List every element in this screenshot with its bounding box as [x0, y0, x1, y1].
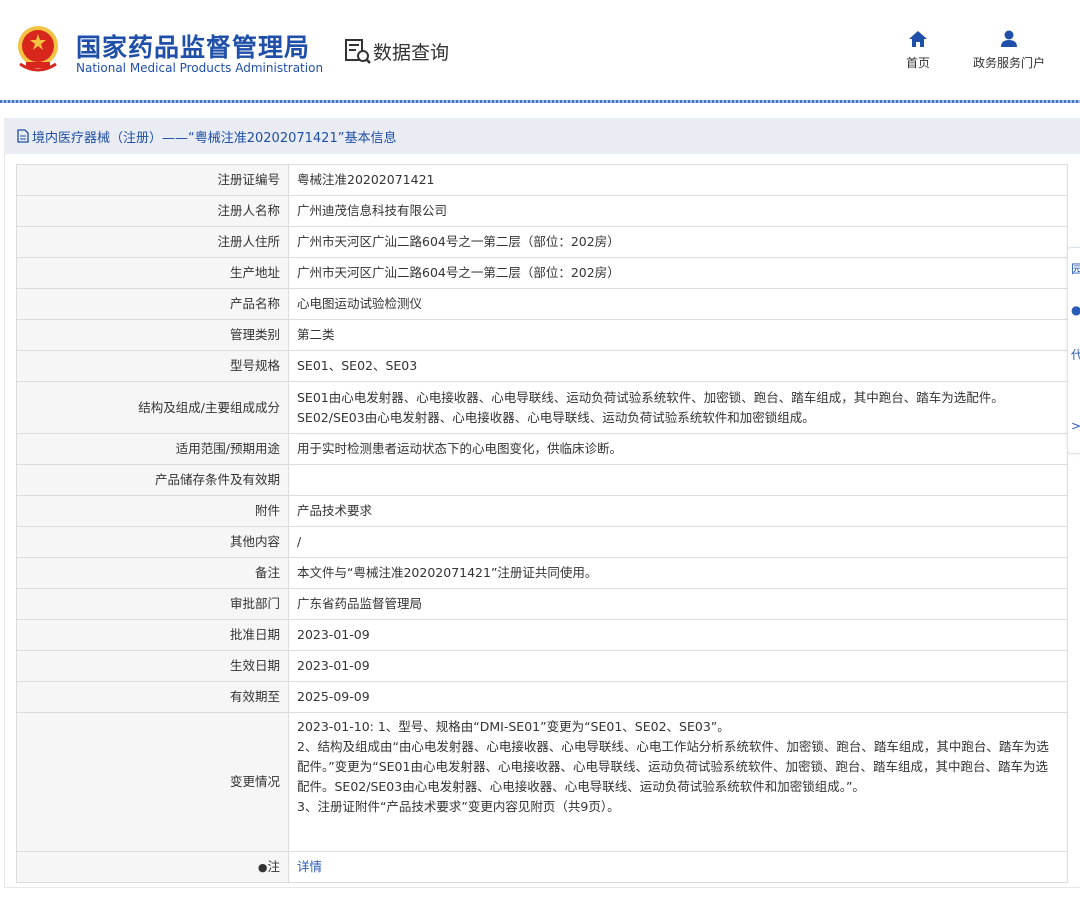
breadcrumb: 境内医疗器械（注册）——“粤械注准20202071421”基本信息 [4, 118, 1080, 154]
home-icon [909, 31, 927, 47]
table-row: 结构及组成/主要组成成分 SE01由心电发射器、心电接收器、心电导联线、运动负荷试… [16, 381, 1068, 434]
table-row: 产品储存条件及有效期 [16, 464, 1068, 496]
row-label: 附件 [16, 495, 289, 527]
row-label: 结构及组成/主要组成成分 [16, 381, 289, 434]
row-value: 2025-09-09 [288, 681, 1068, 713]
row-value: SE01由心电发射器、心电接收器、心电导联线、运动负荷试验系统软件、加密锁、跑台… [288, 381, 1068, 434]
row-label: 备注 [16, 557, 289, 589]
row-label: 批准日期 [16, 619, 289, 651]
row-value: 2023-01-09 [288, 650, 1068, 682]
table-row: 批准日期 2023-01-09 [16, 619, 1068, 651]
side-tab-3[interactable]: 代 [1071, 346, 1080, 363]
row-value [288, 464, 1068, 496]
table-row-note: ●注 详情 [16, 851, 1068, 883]
header-divider [0, 100, 1080, 103]
side-tab-2[interactable]: ● [1071, 303, 1080, 317]
row-value: 心电图运动试验检测仪 [288, 288, 1068, 320]
row-value: 2023-01-09 [288, 619, 1068, 651]
org-name-en: National Medical Products Administration [76, 61, 324, 75]
change-line: 3、注册证附件“产品技术要求”变更内容见附页（共9页）。 [297, 799, 620, 814]
table-row: 注册人住所 广州市天河区广汕二路604号之一第二层（部位：202房） [16, 226, 1068, 258]
row-value: SE01、SE02、SE03 [288, 350, 1068, 382]
breadcrumb-text: 境内医疗器械（注册）——“粤械注准20202071421”基本信息 [32, 130, 397, 146]
side-tab-4[interactable]: > [1071, 419, 1080, 433]
table-row: 有效期至 2025-09-09 [16, 681, 1068, 713]
row-value: 第二类 [288, 319, 1068, 351]
detail-table: 注册证编号 粤械注准20202071421 注册人名称 广州迪茂信息科技有限公司 注册人… [16, 164, 1068, 883]
change-history: 2023-01-10: 1、型号、规格由“DMI-SE01”变更为“SE01、S… [288, 712, 1068, 852]
row-label: ●注 [16, 851, 289, 883]
row-label: 管理类别 [16, 319, 289, 351]
row-label: 注册证编号 [16, 164, 289, 196]
row-label: 其他内容 [16, 526, 289, 558]
table-row: 附件 产品技术要求 [16, 495, 1068, 527]
row-label: 适用范围/预期用途 [16, 433, 289, 465]
nav-home[interactable]: 首页 [898, 30, 938, 71]
nav-portal-label: 政务服务门户 [972, 56, 1045, 70]
data-query-icon [345, 39, 371, 64]
row-value: 广州市天河区广汕二路604号之一第二层（部位：202房） [288, 226, 1068, 258]
nav-gov-portal[interactable]: 政务服务门户 [964, 30, 1054, 71]
site-header: 国家药品监督管理局 National Medical Products Admi… [0, 0, 1080, 100]
row-value-line: SE02/SE03由心电发射器、心电接收器、心电导联线、运动负荷试验系统软件和加… [297, 409, 815, 425]
national-emblem-icon [18, 26, 58, 72]
row-label: 型号规格 [16, 350, 289, 382]
row-value: 粤械注准20202071421 [288, 164, 1068, 196]
table-row: 注册证编号 粤械注准20202071421 [16, 164, 1068, 196]
details-link[interactable]: 详情 [297, 859, 322, 874]
row-label: 有效期至 [16, 681, 289, 713]
table-row: 审批部门 广东省药品监督管理局 [16, 588, 1068, 620]
data-query-title: 数据查询 [373, 42, 450, 64]
table-row: 产品名称 心电图运动试验检测仪 [16, 288, 1068, 320]
table-row-change: 变更情况 2023-01-10: 1、型号、规格由“DMI-SE01”变更为“SE… [16, 712, 1068, 852]
table-row: 管理类别 第二类 [16, 319, 1068, 351]
row-label: 产品名称 [16, 288, 289, 320]
row-value: 广州市天河区广汕二路604号之一第二层（部位：202房） [288, 257, 1068, 289]
change-line: 2、结构及组成由“由心电发射器、心电接收器、心电导联线、心电工作站分析系统软件、… [297, 739, 1049, 794]
side-tab-1[interactable]: 园 [1071, 260, 1080, 277]
table-row: 适用范围/预期用途 用于实时检测患者运动状态下的心电图变化，供临床诊断。 [16, 433, 1068, 465]
row-value: 广东省药品监督管理局 [288, 588, 1068, 620]
row-label: 生效日期 [16, 650, 289, 682]
row-label: 注册人名称 [16, 195, 289, 227]
document-icon [17, 129, 29, 143]
nav-home-label: 首页 [905, 56, 930, 70]
table-row: 注册人名称 广州迪茂信息科技有限公司 [16, 195, 1068, 227]
change-line: 2023-01-10: 1、型号、规格由“DMI-SE01”变更为“SE01、S… [297, 719, 730, 734]
table-row: 生效日期 2023-01-09 [16, 650, 1068, 682]
table-row: 备注 本文件与“粤械注准20202071421”注册证共同使用。 [16, 557, 1068, 589]
row-value: / [288, 526, 1068, 558]
row-value: 本文件与“粤械注准20202071421”注册证共同使用。 [288, 557, 1068, 589]
side-toolbar[interactable]: 园 ● 代 > [1067, 247, 1080, 454]
table-row: 型号规格 SE01、SE02、SE03 [16, 350, 1068, 382]
row-value: 产品技术要求 [288, 495, 1068, 527]
row-label: 审批部门 [16, 588, 289, 620]
row-label: 注册人住所 [16, 226, 289, 258]
note-label: 注 [267, 858, 280, 874]
row-value: 广州迪茂信息科技有限公司 [288, 195, 1068, 227]
table-row: 其他内容 / [16, 526, 1068, 558]
row-value: 用于实时检测患者运动状态下的心电图变化，供临床诊断。 [288, 433, 1068, 465]
row-value: 详情 [288, 851, 1068, 883]
org-name-cn: 国家药品监督管理局 [76, 33, 311, 62]
user-icon [1001, 30, 1017, 47]
row-label: 产品储存条件及有效期 [16, 464, 289, 496]
row-value-line: SE01由心电发射器、心电接收器、心电导联线、运动负荷试验系统软件、加密锁、跑台… [297, 389, 1004, 405]
table-row: 生产地址 广州市天河区广汕二路604号之一第二层（部位：202房） [16, 257, 1068, 289]
row-label: 生产地址 [16, 257, 289, 289]
row-label: 变更情况 [16, 712, 289, 852]
